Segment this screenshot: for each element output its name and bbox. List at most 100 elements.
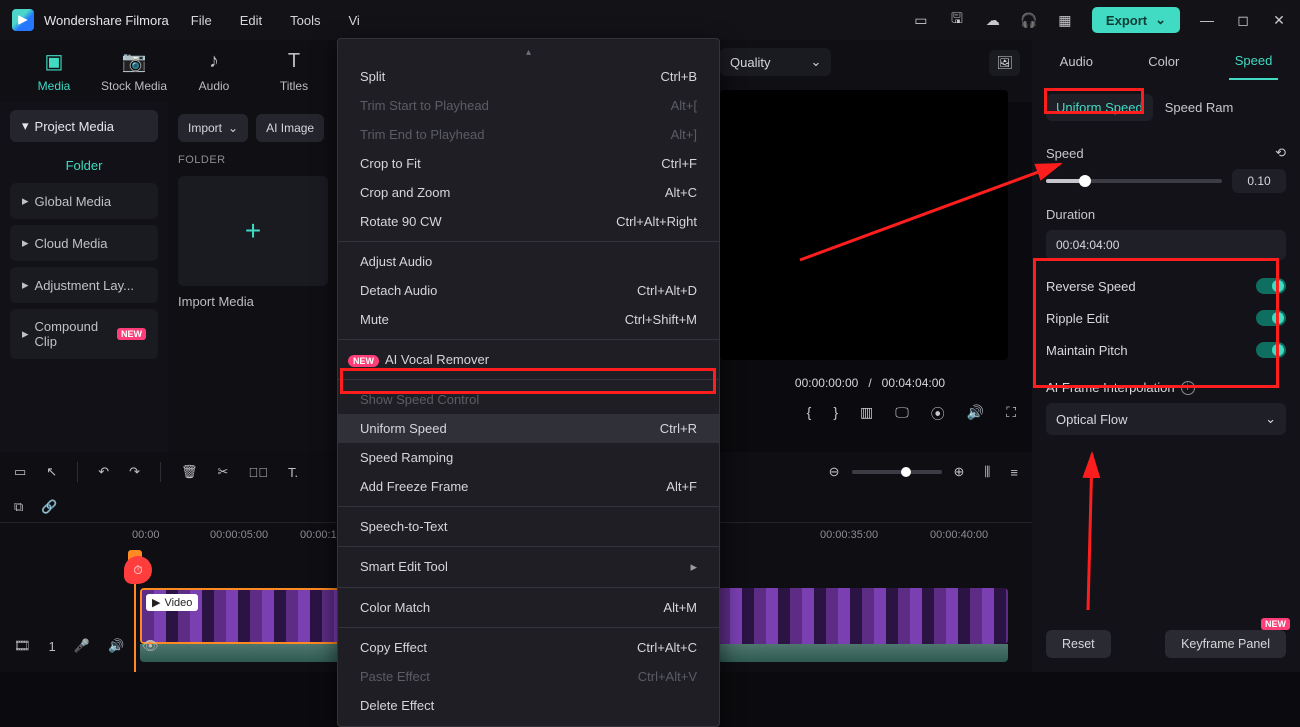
ctx-speech-to-text[interactable]: Speech-to-Text [338, 512, 719, 541]
track-video-icon[interactable]: 🎞 [14, 638, 31, 654]
titles-icon: T [288, 49, 300, 73]
preview-canvas[interactable] [720, 90, 1008, 360]
scroll-up-icon[interactable]: ▴ [338, 45, 719, 62]
subtab-uniform-speed[interactable]: Uniform Speed [1046, 94, 1153, 121]
sidebar-item-compound-clip[interactable]: ▸Compound ClipNEW [10, 309, 158, 359]
maximize-icon[interactable]: ◻ [1234, 12, 1252, 29]
cloud-icon[interactable]: ☁ [984, 12, 1002, 29]
subtab-speed-ramping[interactable]: Speed Ram [1163, 94, 1236, 121]
track-visibility-icon[interactable]: 👁 [142, 638, 159, 654]
quality-select[interactable]: Quality⌄ [720, 48, 831, 76]
marker-in-icon[interactable]: { [807, 404, 812, 424]
display-icon[interactable]: 🖵 [895, 404, 909, 424]
pointer-tool-icon[interactable]: ▭ [14, 464, 26, 480]
ctx-mute[interactable]: MuteCtrl+Shift+M [338, 305, 719, 334]
duplicate-icon[interactable]: ⧉ [14, 499, 23, 515]
marker-out-icon[interactable]: } [833, 404, 838, 424]
ratio-icon[interactable]: ▥ [860, 404, 873, 424]
mixer-icon[interactable]: ⫼ [984, 464, 990, 480]
track-mic-icon[interactable]: 🎤 [74, 638, 90, 654]
project-media-header[interactable]: ▾ Project Media [10, 110, 158, 142]
speed-value[interactable]: 0.10 [1232, 169, 1286, 193]
ctx-crop-fit[interactable]: Crop to FitCtrl+F [338, 149, 719, 178]
ripple-edit-toggle[interactable] [1256, 310, 1286, 326]
ctx-show-speed-control: Show Speed Control [338, 385, 719, 414]
ctx-ai-vocal-remover[interactable]: NEWAI Vocal Remover [338, 345, 719, 374]
ctx-adjust-audio[interactable]: Adjust Audio [338, 247, 719, 276]
menu-view[interactable]: Vi [348, 13, 359, 28]
ctx-color-match[interactable]: Color MatchAlt+M [338, 593, 719, 622]
apps-icon[interactable]: ▦ [1056, 12, 1074, 29]
tab-titles[interactable]: T Titles [258, 49, 330, 93]
maintain-pitch-toggle[interactable] [1256, 342, 1286, 358]
video-clip[interactable] [718, 588, 1008, 644]
reset-button[interactable]: Reset [1046, 630, 1111, 658]
menu-edit[interactable]: Edit [240, 13, 262, 28]
ctx-smart-edit-tool[interactable]: Smart Edit Tool▸ [338, 552, 719, 582]
maintain-pitch-label: Maintain Pitch [1046, 343, 1128, 358]
delete-icon[interactable]: 🗑 [181, 464, 198, 480]
undo-icon[interactable]: ↶ [98, 464, 109, 480]
inspector-tab-speed[interactable]: Speed [1229, 43, 1279, 80]
record-icon[interactable]: ⦿ [931, 404, 945, 424]
volume-icon[interactable]: 🔊 [967, 404, 984, 424]
tab-media[interactable]: ▣ Media [18, 49, 90, 93]
import-dropzone[interactable]: + [178, 176, 328, 286]
speed-indicator[interactable]: ⏱ [124, 556, 152, 584]
timeline-settings-icon[interactable]: ≡ [1010, 465, 1018, 480]
fullscreen-icon[interactable]: ⛶ [1006, 404, 1016, 424]
audio-waveform[interactable] [140, 644, 340, 662]
crop-icon[interactable]: ✂⃞ [248, 465, 268, 480]
headset-icon[interactable]: 🎧 [1020, 12, 1038, 29]
inspector-tab-color[interactable]: Color [1142, 44, 1185, 79]
audio-waveform[interactable] [718, 644, 1008, 662]
text-tool-icon[interactable]: T. [288, 465, 298, 480]
ai-interpolation-select[interactable]: Optical Flow ⌄ [1046, 403, 1286, 435]
keyframe-panel-button[interactable]: Keyframe Panel [1165, 630, 1286, 658]
sidebar-item-adjustment-layer[interactable]: ▸Adjustment Lay... [10, 267, 158, 303]
tab-audio[interactable]: ♪ Audio [178, 49, 250, 93]
save-icon[interactable]: 🖫 [948, 8, 966, 32]
redo-icon[interactable]: ↷ [129, 464, 140, 480]
zoom-out-icon[interactable]: ⊖ [829, 464, 840, 480]
link-icon[interactable]: 🔗 [41, 499, 57, 515]
ctx-copy-effect[interactable]: Copy EffectCtrl+Alt+C [338, 633, 719, 662]
ruler-mark: 00:00:05:00 [210, 529, 268, 541]
zoom-in-icon[interactable]: ⊕ [954, 464, 965, 480]
select-tool-icon[interactable]: ↖ [46, 464, 57, 480]
menu-tools[interactable]: Tools [290, 13, 320, 28]
ctx-crop-zoom[interactable]: Crop and ZoomAlt+C [338, 178, 719, 207]
minimize-icon[interactable]: — [1198, 12, 1216, 28]
cut-icon[interactable]: ✂ [218, 464, 229, 480]
speed-slider[interactable] [1046, 179, 1222, 183]
export-button[interactable]: Export ⌄ [1092, 7, 1180, 33]
ctx-add-freeze-frame[interactable]: Add Freeze FrameAlt+F [338, 472, 719, 501]
ctx-uniform-speed[interactable]: Uniform SpeedCtrl+R [338, 414, 719, 443]
sidebar-item-global-media[interactable]: ▸Global Media [10, 183, 158, 219]
zoom-slider[interactable] [852, 470, 942, 474]
video-clip[interactable]: ▶Video [140, 588, 340, 644]
close-icon[interactable]: ✕ [1270, 12, 1288, 29]
device-icon[interactable]: ▭ [912, 12, 930, 29]
folder-tab[interactable]: Folder [10, 148, 158, 183]
reset-speed-icon[interactable]: ⟲ [1275, 145, 1286, 161]
menu-file[interactable]: File [191, 13, 212, 28]
import-button[interactable]: Import⌄ [178, 114, 248, 142]
track-speaker-icon[interactable]: 🔊 [108, 638, 124, 654]
ai-interpolation-value: Optical Flow [1056, 412, 1128, 427]
ctx-delete-effect[interactable]: Delete Effect [338, 691, 719, 720]
duration-input[interactable]: 00:04:04:00 [1046, 230, 1286, 260]
ai-image-button[interactable]: AI Image [256, 114, 324, 142]
tab-media-label: Media [38, 79, 71, 93]
new-badge: NEW [117, 328, 146, 340]
snapshot-button[interactable]: 🖼 [989, 50, 1020, 76]
info-icon[interactable]: i [1181, 381, 1195, 395]
inspector-tab-audio[interactable]: Audio [1054, 44, 1099, 79]
reverse-speed-toggle[interactable] [1256, 278, 1286, 294]
ctx-detach-audio[interactable]: Detach AudioCtrl+Alt+D [338, 276, 719, 305]
ctx-speed-ramping[interactable]: Speed Ramping [338, 443, 719, 472]
sidebar-item-cloud-media[interactable]: ▸Cloud Media [10, 225, 158, 261]
ctx-split[interactable]: SplitCtrl+B [338, 62, 719, 91]
tab-stock-media[interactable]: 📷 Stock Media [98, 49, 170, 93]
ctx-rotate-90[interactable]: Rotate 90 CWCtrl+Alt+Right [338, 207, 719, 236]
